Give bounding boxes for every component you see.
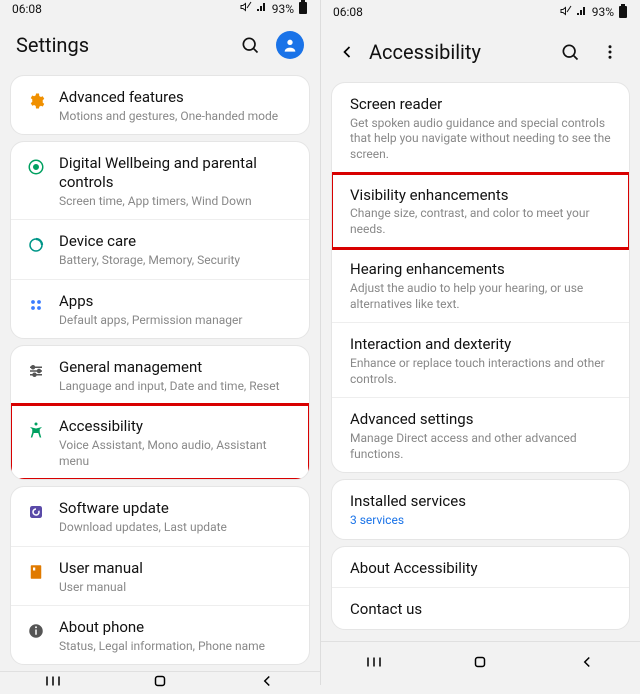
row-title: User manual	[59, 559, 295, 578]
nav-bar	[0, 671, 320, 694]
settings-card: Installed services 3 services	[331, 479, 630, 539]
gear-icon	[25, 90, 47, 112]
header-settings: Settings	[0, 17, 320, 69]
home-icon[interactable]	[151, 672, 169, 694]
settings-row[interactable]: Software update Download updates, Last up…	[11, 487, 309, 546]
settings-card: Advanced features Motions and gestures, O…	[10, 75, 310, 135]
settings-row[interactable]: Device care Battery, Storage, Memory, Sec…	[11, 220, 309, 279]
settings-row[interactable]: Interaction and dexterity Enhance or repl…	[332, 323, 629, 398]
row-title: Advanced features	[59, 88, 295, 107]
sliders-icon	[25, 360, 47, 382]
row-title: Interaction and dexterity	[350, 335, 615, 354]
search-icon[interactable]	[556, 38, 584, 66]
settings-row[interactable]: Advanced settings Manage Direct access an…	[332, 398, 629, 472]
page-title: Settings	[16, 33, 224, 57]
recent-apps-icon[interactable]	[365, 653, 383, 675]
account-avatar-icon[interactable]	[276, 31, 304, 59]
row-title: Hearing enhancements	[350, 260, 615, 279]
row-subtitle: Adjust the audio to help your hearing, o…	[350, 281, 615, 312]
manual-icon	[25, 561, 47, 583]
row-title: Advanced settings	[350, 410, 615, 429]
battery-icon	[618, 4, 628, 21]
update-icon	[25, 501, 47, 523]
status-time: 06:08	[12, 2, 42, 16]
statusbar: 06:08 93%	[0, 0, 320, 17]
settings-row[interactable]: Advanced features Motions and gestures, O…	[11, 76, 309, 134]
nav-bar	[321, 641, 640, 685]
accessibility-icon	[25, 419, 47, 441]
row-title: Software update	[59, 499, 295, 518]
row-title: Visibility enhancements	[350, 186, 615, 205]
row-subtitle: Download updates, Last update	[59, 520, 295, 536]
phone-right: 06:08 93% Accessibility Screen reader Get…	[320, 0, 640, 685]
row-title: General management	[59, 358, 295, 377]
settings-card: Digital Wellbeing and parental controls S…	[10, 141, 310, 339]
settings-row[interactable]: About Accessibility	[332, 547, 629, 589]
row-subtitle: 3 services	[350, 513, 615, 529]
row-title: Screen reader	[350, 95, 615, 114]
row-subtitle: Get spoken audio guidance and special co…	[350, 116, 615, 163]
settings-row[interactable]: Visibility enhancementsChange size, cont…	[332, 174, 629, 249]
info-icon	[25, 620, 47, 642]
row-subtitle: Status, Legal information, Phone name	[59, 639, 295, 655]
settings-row[interactable]: User manual User manual	[11, 547, 309, 606]
devicecare-icon	[25, 234, 47, 256]
row-subtitle: Screen time, App timers, Wind Down	[59, 194, 295, 210]
row-title: Device care	[59, 232, 295, 251]
search-icon[interactable]	[236, 31, 264, 59]
settings-row[interactable]: Screen reader Get spoken audio guidance a…	[332, 83, 629, 174]
page-title: Accessibility	[369, 40, 544, 64]
header-accessibility: Accessibility	[321, 24, 640, 76]
more-icon[interactable]	[596, 38, 624, 66]
statusbar: 06:08 93%	[321, 0, 640, 24]
row-subtitle: Voice Assistant, Mono audio, Assistant m…	[59, 438, 295, 469]
apps-icon	[25, 294, 47, 316]
settings-card: General management Language and input, Da…	[10, 345, 310, 480]
recent-apps-icon[interactable]	[44, 672, 62, 694]
phone-left: 06:08 93% Settings Advanced features Moti…	[0, 0, 320, 685]
battery-text: 93%	[272, 2, 294, 16]
row-subtitle: User manual	[59, 580, 295, 596]
settings-row[interactable]: Digital Wellbeing and parental controls S…	[11, 142, 309, 220]
signal-icon	[576, 5, 588, 20]
row-title: Contact us	[350, 600, 615, 619]
settings-card: About Accessibility Contact us	[331, 546, 630, 631]
row-subtitle: Motions and gestures, One-handed mode	[59, 109, 295, 125]
row-title: About Accessibility	[350, 559, 615, 578]
row-subtitle: Enhance or replace touch interactions an…	[350, 356, 615, 387]
row-title: About phone	[59, 618, 295, 637]
back-icon[interactable]	[337, 42, 357, 62]
settings-row[interactable]: Apps Default apps, Permission manager	[11, 280, 309, 338]
row-title: Accessibility	[59, 417, 295, 436]
wellbeing-icon	[25, 156, 47, 178]
row-title: Installed services	[350, 492, 615, 511]
settings-row[interactable]: Installed services 3 services	[332, 480, 629, 538]
settings-row[interactable]: Accessibility Voice Assistant, Mono audio…	[11, 405, 309, 479]
row-subtitle: Battery, Storage, Memory, Security	[59, 253, 295, 269]
settings-row[interactable]: About phone Status, Legal information, Ph…	[11, 606, 309, 664]
settings-card: Screen reader Get spoken audio guidance a…	[331, 82, 630, 473]
battery-icon	[298, 0, 308, 17]
status-time: 06:08	[333, 5, 363, 19]
settings-card: Software update Download updates, Last up…	[10, 486, 310, 665]
settings-row[interactable]: Contact us	[332, 588, 629, 629]
row-title: Digital Wellbeing and parental controls	[59, 154, 295, 192]
row-subtitle: Change size, contrast, and color to meet…	[350, 206, 615, 237]
row-subtitle: Manage Direct access and other advanced …	[350, 431, 615, 462]
settings-row[interactable]: Hearing enhancements Adjust the audio to …	[332, 248, 629, 323]
row-subtitle: Default apps, Permission manager	[59, 313, 295, 329]
home-icon[interactable]	[471, 653, 489, 675]
back-icon[interactable]	[258, 672, 276, 694]
mute-icon	[560, 5, 572, 20]
mute-icon	[240, 1, 252, 16]
row-subtitle: Language and input, Date and time, Reset	[59, 379, 295, 395]
back-icon[interactable]	[578, 653, 596, 675]
settings-row[interactable]: General management Language and input, Da…	[11, 346, 309, 405]
signal-icon	[256, 1, 268, 16]
row-title: Apps	[59, 292, 295, 311]
battery-text: 93%	[592, 5, 614, 19]
